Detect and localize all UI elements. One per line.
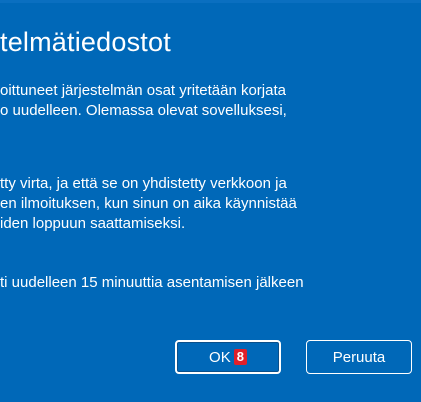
- dialog-title: telmätiedostot: [0, 27, 171, 57]
- paragraph-line: tty virta, ja että se on yhdistetty verk…: [0, 175, 287, 192]
- ok-shortcut-badge: 8: [233, 349, 247, 365]
- paragraph-restart-info: ti uudelleen 15 minuuttia asentamisen jä…: [0, 273, 304, 293]
- paragraph-line: o uudelleen. Olemassa olevat sovellukses…: [0, 102, 287, 119]
- paragraph-line: ti uudelleen 15 minuuttia asentamisen jä…: [0, 274, 304, 291]
- paragraph-power-network: tty virta, ja että se on yhdistetty verk…: [0, 174, 297, 234]
- ok-button-label: OK: [209, 348, 231, 366]
- dialog-window: telmätiedostot oittuneet järjestelmän os…: [0, 0, 421, 402]
- ok-button[interactable]: OK 8: [175, 340, 281, 374]
- window-top-edge: [0, 0, 421, 3]
- paragraph-line: en ilmoituksen, kun sinun on aika käynni…: [0, 195, 297, 212]
- paragraph-line: iden loppuun saattamiseksi.: [0, 215, 186, 232]
- paragraph-line: oittuneet järjestelmän osat yritetään ko…: [0, 82, 286, 99]
- paragraph-repair-info: oittuneet järjestelmän osat yritetään ko…: [0, 81, 287, 121]
- cancel-button[interactable]: Peruuta: [306, 340, 412, 374]
- cancel-button-label: Peruuta: [332, 348, 386, 366]
